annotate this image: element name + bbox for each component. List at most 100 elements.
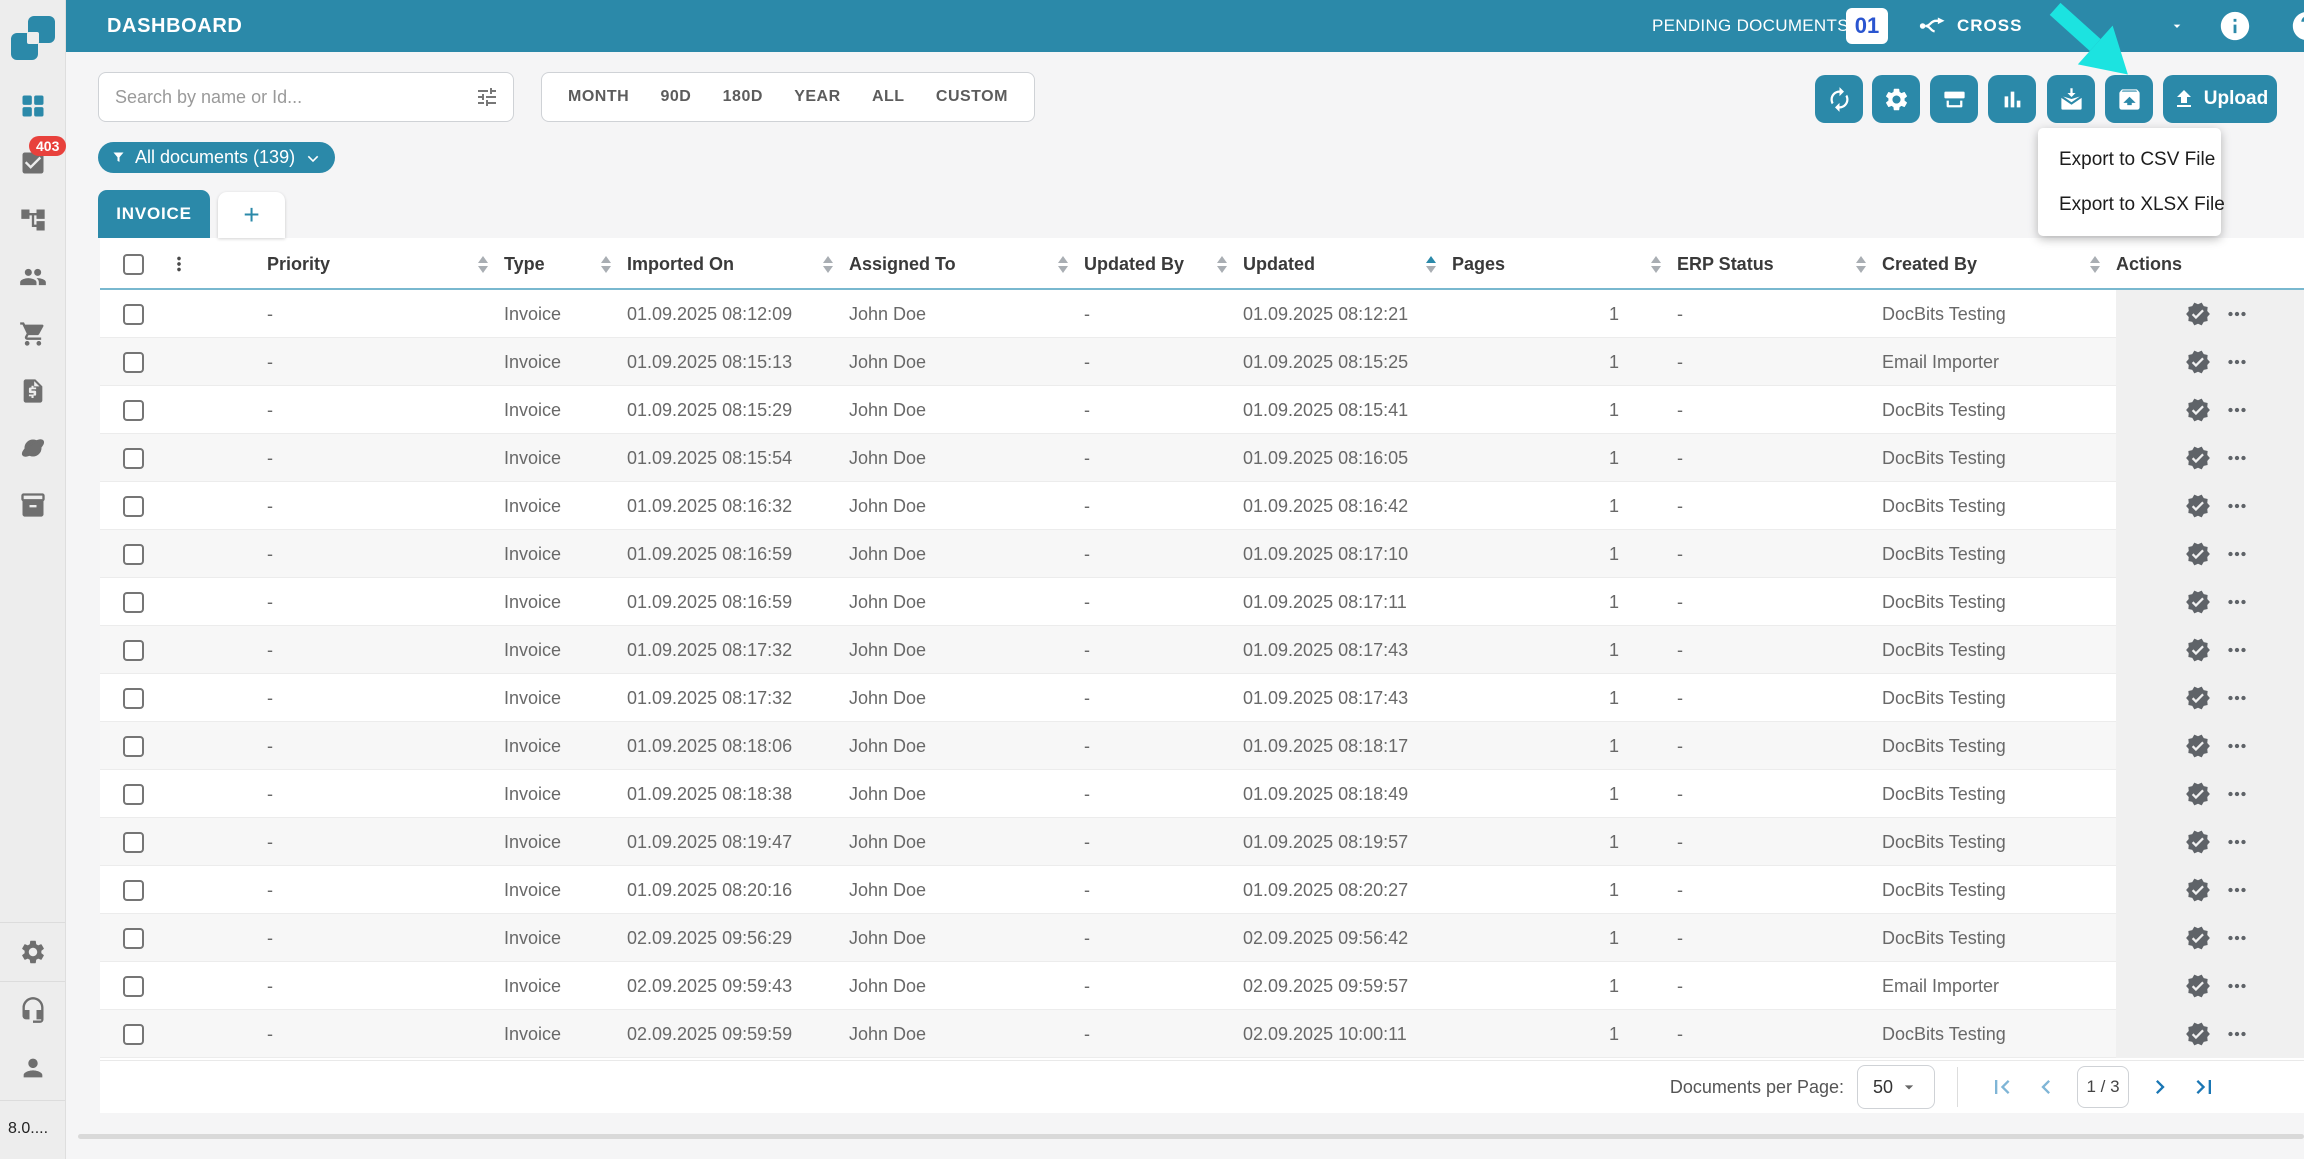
verified-badge-icon[interactable] [2185,1021,2211,1047]
table-row[interactable]: -Invoice01.09.2025 08:12:09John Doe-01.0… [100,290,2304,338]
more-actions-icon[interactable] [2224,685,2250,711]
table-row[interactable]: -Invoice01.09.2025 08:19:47John Doe-01.0… [100,818,2304,866]
export-button[interactable] [2105,75,2153,123]
row-checkbox[interactable] [123,304,144,325]
range-button-year[interactable]: YEAR [792,84,842,110]
row-checkbox[interactable] [123,496,144,517]
more-actions-icon[interactable] [2224,877,2250,903]
table-row[interactable]: -Invoice01.09.2025 08:17:32John Doe-01.0… [100,626,2304,674]
sort-arrows-created_by[interactable] [2090,256,2100,273]
export-menu-item-xlsx[interactable]: Export to XLSX File [2038,182,2221,227]
refresh-button[interactable] [1815,75,1863,123]
sort-arrows-priority[interactable] [478,256,488,273]
column-header-created_by[interactable]: Created By [1882,238,2116,290]
table-row[interactable]: -Invoice02.09.2025 09:59:43John Doe-02.0… [100,962,2304,1010]
table-row[interactable]: -Invoice01.09.2025 08:15:13John Doe-01.0… [100,338,2304,386]
analytics-button[interactable] [1988,75,2036,123]
table-row[interactable]: -Invoice01.09.2025 08:15:54John Doe-01.0… [100,434,2304,482]
sidebar-item-settings[interactable] [0,938,66,966]
verified-badge-icon[interactable] [2185,973,2211,999]
verified-badge-icon[interactable] [2185,397,2211,423]
row-checkbox[interactable] [123,544,144,565]
tab-invoice[interactable]: INVOICE [98,190,210,238]
sort-arrows-type[interactable] [601,256,611,273]
brand-cross[interactable]: CROSS [1918,12,2022,40]
table-row[interactable]: -Invoice02.09.2025 09:59:59John Doe-02.0… [100,1010,2304,1058]
column-header-priority[interactable]: Priority [267,238,504,290]
filter-tune-icon[interactable] [475,85,499,109]
table-row[interactable]: -Invoice02.09.2025 09:56:29John Doe-02.0… [100,914,2304,962]
sort-arrows-pages[interactable] [1651,256,1661,273]
select-all-checkbox[interactable] [123,254,144,275]
table-row[interactable]: -Invoice01.09.2025 08:16:59John Doe-01.0… [100,530,2304,578]
next-page-button[interactable] [2145,1072,2175,1102]
verified-badge-icon[interactable] [2185,301,2211,327]
prev-page-button[interactable] [2031,1072,2061,1102]
scanner-button[interactable] [1930,75,1978,123]
row-checkbox[interactable] [123,352,144,373]
column-header-updated[interactable]: Updated [1243,238,1452,290]
row-checkbox[interactable] [123,880,144,901]
upload-button[interactable]: Upload [2163,75,2277,123]
export-menu-item-csv[interactable]: Export to CSV File [2038,137,2221,182]
column-header-erp_status[interactable]: ERP Status [1677,238,1882,290]
sidebar-item-users[interactable] [19,263,47,291]
row-checkbox[interactable] [123,976,144,997]
range-button-custom[interactable]: CUSTOM [934,84,1010,110]
verified-badge-icon[interactable] [2185,781,2211,807]
add-tab-button[interactable]: + [218,192,285,238]
help-icon[interactable] [2290,9,2304,43]
row-checkbox[interactable] [123,1024,144,1045]
first-page-button[interactable] [1987,1072,2017,1102]
more-actions-icon[interactable] [2224,397,2250,423]
range-button-month[interactable]: MONTH [566,84,631,110]
range-button-180d[interactable]: 180D [721,84,765,110]
table-row[interactable]: -Invoice01.09.2025 08:17:32John Doe-01.0… [100,674,2304,722]
more-actions-icon[interactable] [2224,829,2250,855]
row-checkbox[interactable] [123,928,144,949]
kebab-menu-icon[interactable] [168,253,190,275]
per-page-select[interactable]: 50 [1857,1065,1935,1109]
sidebar-item-validation[interactable]: 403 [19,149,47,177]
table-row[interactable]: -Invoice01.09.2025 08:18:38John Doe-01.0… [100,770,2304,818]
info-icon[interactable] [2218,9,2252,43]
sidebar-item-support[interactable] [0,996,66,1024]
horizontal-scrollbar[interactable] [78,1134,2304,1139]
table-row[interactable]: -Invoice01.09.2025 08:18:06John Doe-01.0… [100,722,2304,770]
verified-badge-icon[interactable] [2185,541,2211,567]
more-actions-icon[interactable] [2224,781,2250,807]
sidebar-item-dashboard[interactable] [19,92,47,120]
verified-badge-icon[interactable] [2185,685,2211,711]
documents-filter-chip[interactable]: All documents (139) [98,142,335,173]
column-header-type[interactable]: Type [504,238,627,290]
column-header-pages[interactable]: Pages [1452,238,1677,290]
search-input[interactable] [113,86,475,109]
table-row[interactable]: -Invoice01.09.2025 08:15:29John Doe-01.0… [100,386,2304,434]
sidebar-item-packages[interactable] [19,491,47,519]
sort-arrows-assigned_to[interactable] [1058,256,1068,273]
row-checkbox[interactable] [123,592,144,613]
more-actions-icon[interactable] [2224,445,2250,471]
range-button-all[interactable]: ALL [870,84,907,110]
sidebar-item-profile[interactable] [0,1054,66,1082]
sort-arrows-erp_status[interactable] [1856,256,1866,273]
more-actions-icon[interactable] [2224,493,2250,519]
more-actions-icon[interactable] [2224,301,2250,327]
topbar-dropdown-caret-icon[interactable] [2166,18,2188,34]
row-checkbox[interactable] [123,832,144,853]
verified-badge-icon[interactable] [2185,733,2211,759]
more-actions-icon[interactable] [2224,349,2250,375]
verified-badge-icon[interactable] [2185,925,2211,951]
more-actions-icon[interactable] [2224,1021,2250,1047]
verified-badge-icon[interactable] [2185,493,2211,519]
range-button-90d[interactable]: 90D [658,84,693,110]
verified-badge-icon[interactable] [2185,637,2211,663]
column-header-assigned_to[interactable]: Assigned To [849,238,1084,290]
table-row[interactable]: -Invoice01.09.2025 08:20:16John Doe-01.0… [100,866,2304,914]
sort-arrows-imported_on[interactable] [823,256,833,273]
pending-documents-count[interactable]: 01 [1846,8,1888,44]
sidebar-item-integrations[interactable] [19,434,47,462]
more-actions-icon[interactable] [2224,541,2250,567]
table-row[interactable]: -Invoice01.09.2025 08:16:32John Doe-01.0… [100,482,2304,530]
sort-arrows-updated_by[interactable] [1217,256,1227,273]
